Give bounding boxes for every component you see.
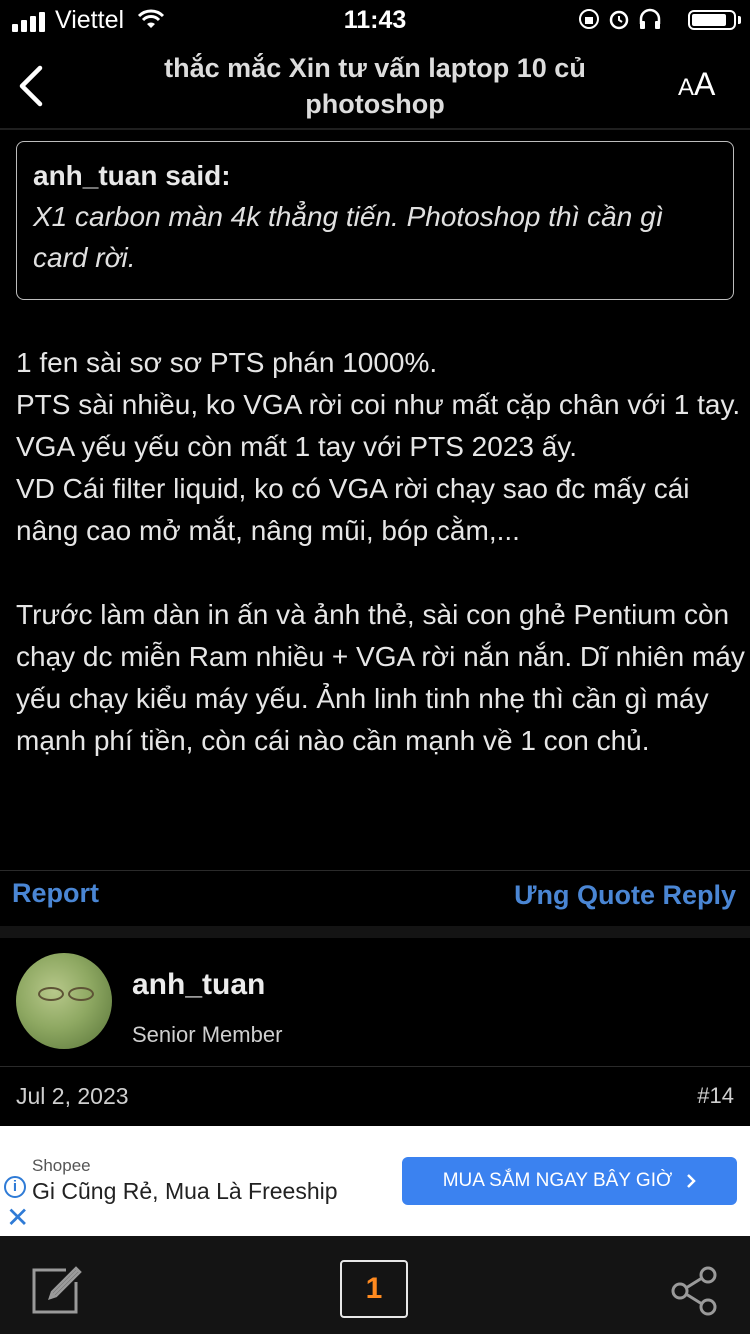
ad-brand: Shopee (32, 1156, 91, 1175)
page-number-button[interactable]: 1 (340, 1260, 408, 1318)
avatar[interactable] (16, 953, 112, 1049)
user-title: Senior Member (132, 1022, 283, 1047)
post-line: VD Cái filter liquid, ko có VGA rời chạy… (16, 473, 690, 546)
chevron-right-icon (687, 1174, 697, 1188)
post-body: 1 fen sài sơ sơ PTS phán 1000%. PTS sài … (16, 342, 746, 762)
rotation-lock-icon (579, 9, 599, 29)
post-date[interactable]: Jul 2, 2023 (16, 1083, 129, 1110)
compose-icon[interactable] (32, 1266, 82, 1314)
back-chevron-icon[interactable] (14, 62, 54, 110)
headphones-icon (639, 8, 661, 29)
ad-close-icon[interactable]: ✕ (6, 1204, 29, 1232)
quote-text: X1 carbon màn 4k thẳng tiến. Photoshop t… (33, 201, 664, 273)
ad-info-icon[interactable]: i (4, 1176, 26, 1198)
post-paragraph: Trước làm dàn in ấn và ảnh thẻ, sài con … (16, 599, 745, 756)
post-line: 1 fen sài sơ sơ PTS phán 1000%. (16, 347, 438, 378)
react-quote-reply-links[interactable]: Ưng Quote Reply (514, 880, 736, 911)
quote-author[interactable]: anh_tuan said: (33, 160, 717, 192)
username[interactable]: anh_tuan (132, 968, 265, 1002)
post-line: VGA yếu yếu còn mất 1 tay với PTS 2023 ấ… (16, 431, 578, 462)
ad-headline: Gi Cũng Rẻ, Mua Là Freeship (32, 1178, 338, 1204)
post-number[interactable]: #14 (697, 1083, 734, 1109)
report-link[interactable]: Report (12, 878, 99, 909)
nav-divider (0, 128, 750, 130)
status-bar: Viettel 11:43 (0, 0, 750, 40)
battery-icon (688, 10, 736, 30)
post-separator (0, 926, 750, 938)
text-size-button[interactable]: AA (678, 66, 715, 103)
ad-cta-button[interactable]: MUA SẮM NGAY BÂY GIỜ (402, 1157, 737, 1205)
post-line: PTS sài nhiều, ko VGA rời coi như mất cặ… (16, 389, 741, 420)
alarm-icon (609, 10, 629, 30)
share-icon[interactable] (670, 1266, 720, 1316)
thread-title: thắc mắc Xin tư vấn laptop 10 củ photosh… (164, 53, 586, 119)
quote-block[interactable]: anh_tuan said: X1 carbon màn 4k thẳng ti… (16, 141, 734, 300)
